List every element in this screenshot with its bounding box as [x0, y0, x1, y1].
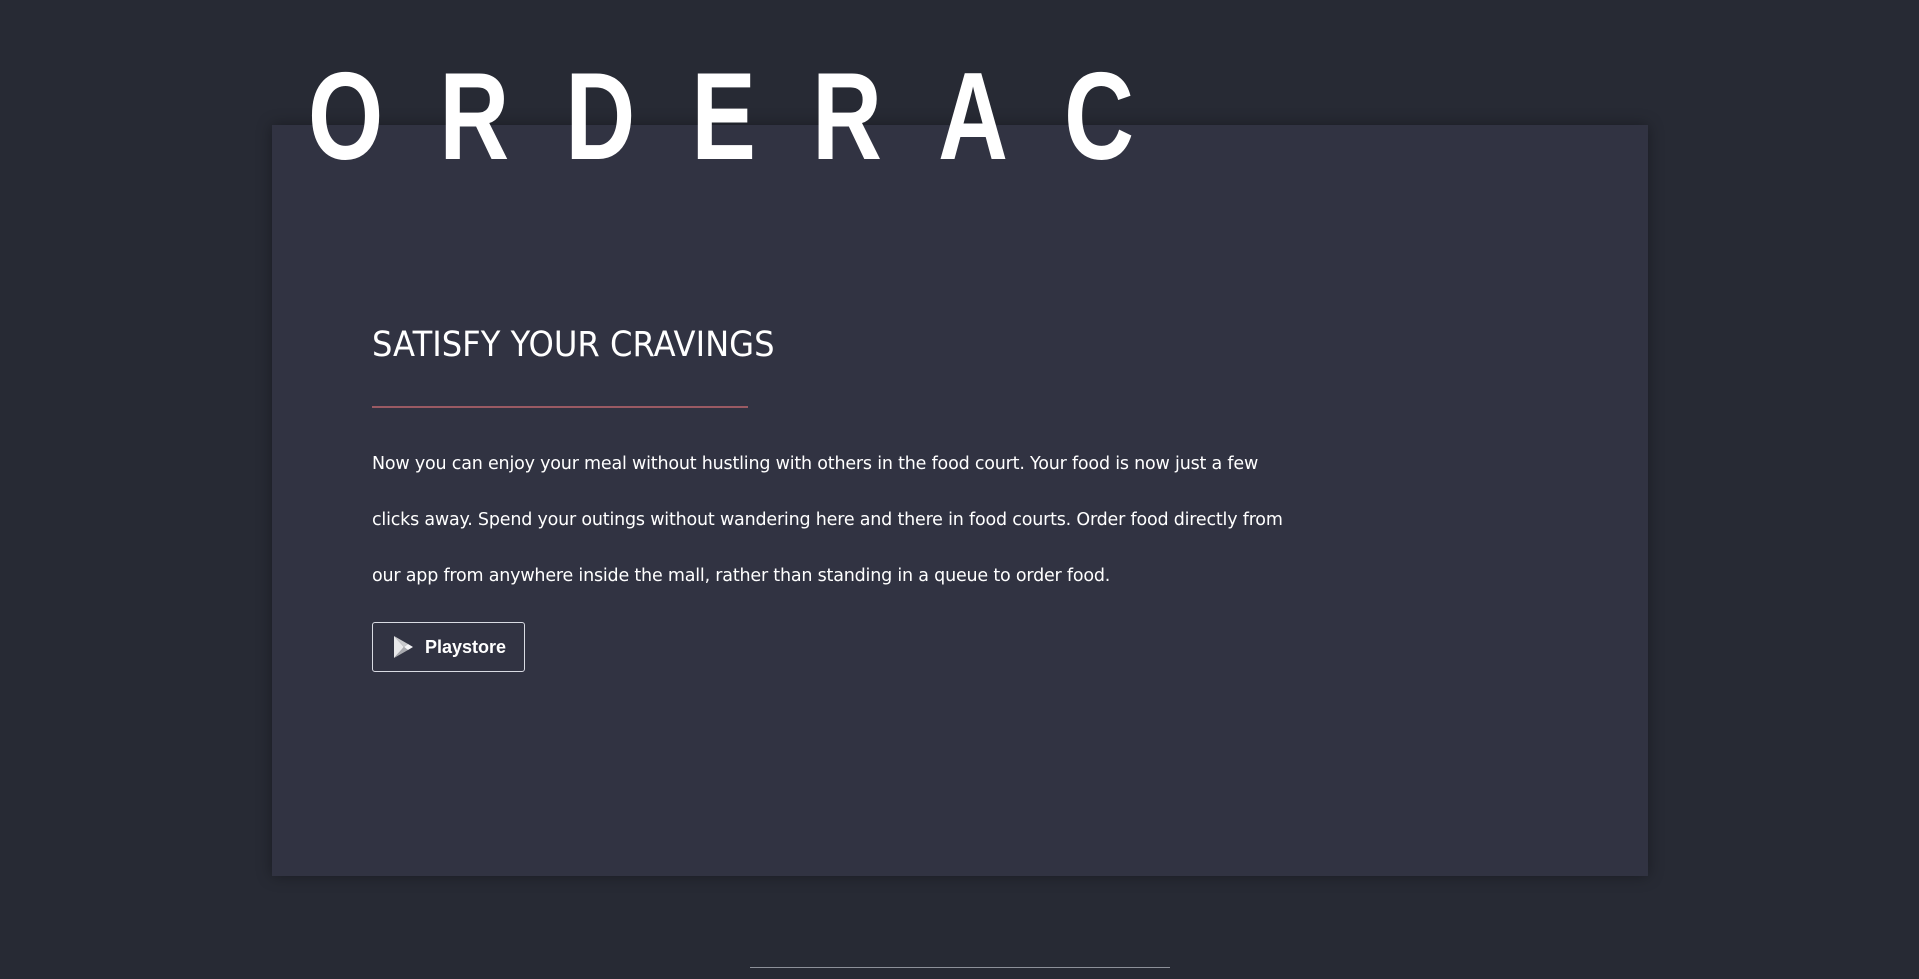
page: ORDERAC SATISFY YOUR CRAVINGS Now you ca… — [0, 0, 1919, 979]
play-store-icon — [391, 635, 415, 659]
brand-logo-text: ORDERAC — [308, 48, 1191, 186]
hero-content: SATISFY YOUR CRAVINGS Now you can enjoy … — [372, 318, 1302, 672]
hero-description: Now you can enjoy your meal without hust… — [372, 454, 1283, 586]
headline-divider — [372, 406, 748, 408]
playstore-button[interactable]: Playstore — [372, 622, 526, 672]
hero-headline: SATISFY YOUR CRAVINGS — [372, 325, 775, 365]
footer-divider — [750, 967, 1170, 968]
playstore-button-label: Playstore — [425, 636, 507, 657]
